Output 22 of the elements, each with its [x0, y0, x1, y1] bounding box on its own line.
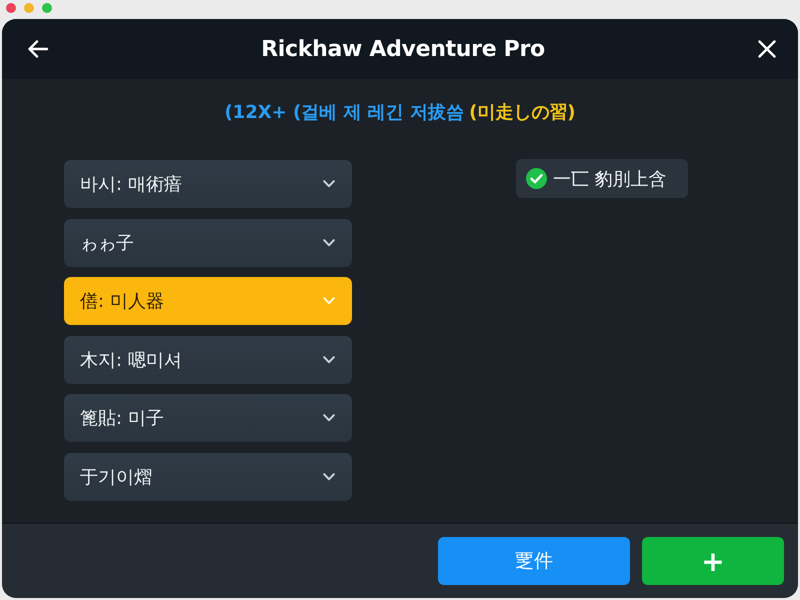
back-arrow-icon[interactable]	[28, 40, 48, 58]
chevron-down-icon	[323, 180, 335, 188]
chevron-down-icon	[323, 472, 335, 481]
window-zoom-dot-icon[interactable]	[42, 2, 52, 12]
window-close-dot-icon[interactable]	[6, 2, 16, 12]
chevron-down-icon	[323, 297, 335, 306]
dropdown[interactable]: 바시: 매術瘖	[64, 160, 352, 208]
dropdown[interactable]: ゎゎ子	[64, 218, 352, 267]
chevron-down-icon	[323, 238, 335, 247]
window-title: Rickhaw Adventure Pro	[261, 36, 545, 62]
dropdown[interactable]: 木지: 嗯미셔	[64, 336, 352, 384]
chevron-down-icon	[323, 356, 335, 364]
window-minimize-dot-icon[interactable]	[24, 2, 34, 12]
subtitle-note: (미走しの習)	[469, 102, 576, 123]
close-icon[interactable]	[758, 40, 776, 58]
subtitle-text: (12X+ (걸베 제 레긴 저拔씀	[224, 102, 464, 123]
dropdown[interactable]: 篦貼: 미子	[64, 394, 352, 442]
dropdown[interactable]: 僐: 미人器	[64, 277, 352, 326]
dropdown[interactable]: 于기이熠	[64, 452, 352, 501]
status-label: 一匸 豹刖上含	[553, 168, 667, 190]
check-circle-icon	[526, 168, 547, 189]
chevron-down-icon	[323, 414, 335, 422]
